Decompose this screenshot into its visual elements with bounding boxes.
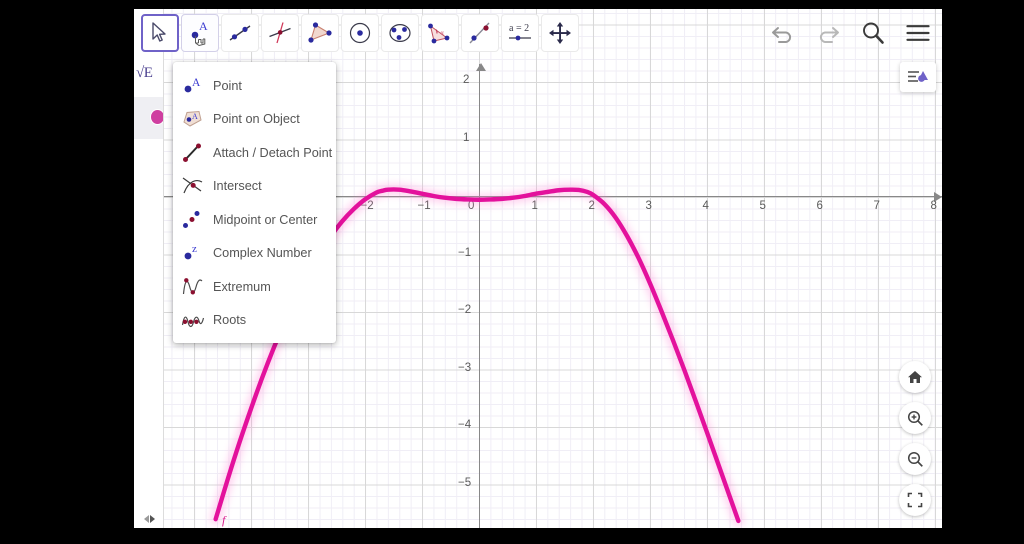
circle-center-icon bbox=[349, 22, 371, 44]
menu-item-attach-detach-point[interactable]: Attach / Detach Point bbox=[173, 136, 336, 170]
object-visibility-dot[interactable] bbox=[150, 109, 163, 125]
line-icon bbox=[229, 25, 251, 41]
algebra-view-sliver[interactable]: √E bbox=[134, 9, 164, 528]
zoom-out-icon bbox=[907, 451, 923, 467]
reflect-about-line-icon bbox=[469, 22, 490, 44]
redo-button[interactable] bbox=[814, 19, 842, 47]
zoom-out-button[interactable] bbox=[899, 443, 931, 475]
svg-text:A: A bbox=[192, 112, 198, 121]
fullscreen-icon bbox=[907, 492, 923, 508]
point-tools-dropdown: A Point A Point on Object Attach / Detac… bbox=[173, 62, 336, 343]
angle-icon: α bbox=[428, 23, 450, 44]
menu-item-extremum[interactable]: Extremum bbox=[173, 270, 336, 304]
menu-item-label: Point bbox=[213, 78, 242, 93]
menu-item-intersect[interactable]: Intersect bbox=[173, 170, 336, 204]
chevron-left-icon bbox=[143, 515, 149, 523]
point-on-object-icon: A bbox=[180, 107, 206, 131]
redo-icon bbox=[819, 27, 839, 43]
chevron-right-icon bbox=[149, 515, 155, 523]
slider-tool[interactable]: a = 2 bbox=[501, 14, 539, 52]
menu-item-roots[interactable]: Roots bbox=[173, 304, 336, 338]
midpoint-center-icon bbox=[180, 208, 206, 232]
menu-item-label: Point on Object bbox=[213, 112, 300, 127]
menu-item-label: Extremum bbox=[213, 279, 271, 294]
point-icon: A bbox=[191, 19, 208, 46]
point-icon: A bbox=[180, 74, 206, 98]
svg-text:A: A bbox=[192, 77, 201, 89]
svg-text:A: A bbox=[199, 19, 208, 33]
screenshot-root: −2 −1 0 1 2 3 4 5 6 7 8 2 1 −1 −2 −3 −4 −5 f bbox=[0, 0, 1024, 544]
menu-item-midpoint-or-center[interactable]: Midpoint or Center bbox=[173, 203, 336, 237]
ellipse-tool[interactable] bbox=[381, 14, 419, 52]
hamburger-menu-icon bbox=[906, 25, 930, 41]
menu-item-label: Roots bbox=[213, 313, 247, 328]
complex-number-icon: z bbox=[180, 241, 206, 265]
move-graphics-tool[interactable] bbox=[541, 14, 579, 52]
zoom-in-button[interactable] bbox=[899, 402, 931, 434]
slider-icon: a = 2 bbox=[509, 23, 531, 41]
menu-item-label: Midpoint or Center bbox=[213, 212, 318, 227]
ellipse-icon bbox=[389, 24, 411, 42]
circle-tool[interactable] bbox=[341, 14, 379, 52]
polygon-tool[interactable] bbox=[301, 14, 339, 52]
extremum-icon bbox=[180, 275, 206, 299]
menu-item-point-on-object[interactable]: A Point on Object bbox=[173, 103, 336, 137]
roots-icon bbox=[180, 308, 206, 332]
attach-detach-point-icon bbox=[180, 141, 206, 165]
svg-text:z: z bbox=[192, 243, 197, 255]
undo-button[interactable] bbox=[769, 19, 797, 47]
toolbar-right-actions bbox=[769, 19, 932, 47]
angle-tool[interactable]: α bbox=[421, 14, 459, 52]
style-bar-icon bbox=[908, 71, 928, 82]
move-tool[interactable] bbox=[141, 14, 179, 52]
tool-group: A α a = 2 bbox=[141, 14, 579, 52]
menu-item-label: Attach / Detach Point bbox=[213, 145, 333, 160]
fullscreen-button[interactable] bbox=[899, 484, 931, 516]
line-tool[interactable] bbox=[221, 14, 259, 52]
cursor-arrow-icon bbox=[152, 22, 166, 42]
home-icon bbox=[908, 371, 922, 383]
polygon-icon bbox=[308, 22, 332, 43]
menu-item-label: Complex Number bbox=[213, 246, 312, 261]
perpendicular-line-tool[interactable] bbox=[261, 14, 299, 52]
menu-item-point[interactable]: A Point bbox=[173, 69, 336, 103]
perpendicular-line-icon bbox=[269, 22, 291, 44]
style-bar-toggle[interactable] bbox=[900, 62, 936, 92]
algebra-panel-toggle[interactable] bbox=[137, 512, 161, 526]
intersect-icon bbox=[180, 174, 206, 198]
main-menu-button[interactable] bbox=[904, 19, 932, 47]
home-button[interactable] bbox=[899, 361, 931, 393]
search-button[interactable] bbox=[859, 19, 887, 47]
undo-icon bbox=[772, 27, 792, 43]
point-tool[interactable]: A bbox=[181, 14, 219, 52]
menu-item-complex-number[interactable]: z Complex Number bbox=[173, 237, 336, 271]
curve-label: f bbox=[222, 513, 226, 527]
algebra-formula-text: √E bbox=[136, 65, 153, 81]
zoom-in-icon bbox=[907, 410, 923, 426]
search-icon bbox=[863, 22, 884, 44]
reflect-tool[interactable] bbox=[461, 14, 499, 52]
menu-item-label: Intersect bbox=[213, 179, 262, 194]
view-controls bbox=[899, 361, 931, 516]
svg-text:a = 2: a = 2 bbox=[509, 23, 529, 34]
move-graphics-icon bbox=[549, 22, 571, 44]
geogebra-app-window: −2 −1 0 1 2 3 4 5 6 7 8 2 1 −1 −2 −3 −4 −5 f bbox=[134, 9, 942, 528]
